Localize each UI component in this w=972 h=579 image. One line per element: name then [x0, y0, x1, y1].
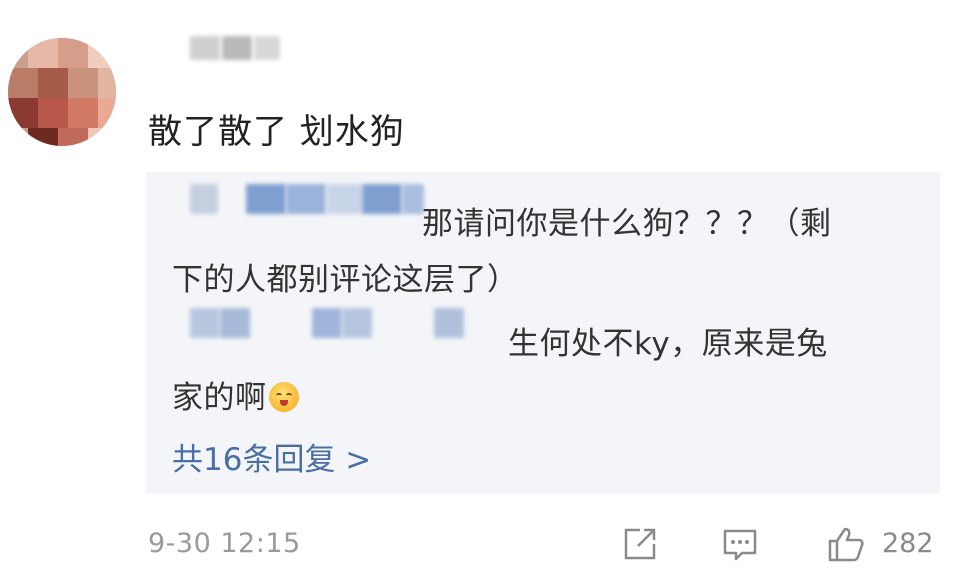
share-icon-svg [624, 528, 656, 560]
reply-line-1: 那请问你是什么狗？？？（剩 [422, 206, 832, 242]
comment-timestamp: 9-30 12:15 [148, 528, 301, 559]
more-replies-link[interactable]: 共16条回复 > [172, 434, 371, 479]
avatar[interactable] [8, 38, 116, 146]
share-icon[interactable] [620, 524, 660, 564]
smiling-face-emoji-icon [268, 382, 299, 412]
replies-panel[interactable]: 那请问你是什么狗？？？（剩 下的人都别评论这层了） 生何处不ky，原来是兔 家的… [146, 172, 940, 494]
reply-line-4: 家的啊 [172, 372, 299, 417]
like-count: 282 [882, 528, 934, 559]
thumbs-up-icon-svg [828, 527, 864, 562]
reply-line-3: 生何处不ky，原来是兔 [508, 326, 828, 362]
comment-icon[interactable] [720, 524, 760, 564]
thumbs-up-icon[interactable] [826, 524, 866, 564]
reply-line-4-text: 家的啊 [172, 380, 267, 416]
comment-icon-svg [723, 529, 757, 561]
reply-line-2: 下的人都别评论这层了） [172, 262, 519, 298]
comment-text: 散了散了 划水狗 [148, 112, 405, 152]
